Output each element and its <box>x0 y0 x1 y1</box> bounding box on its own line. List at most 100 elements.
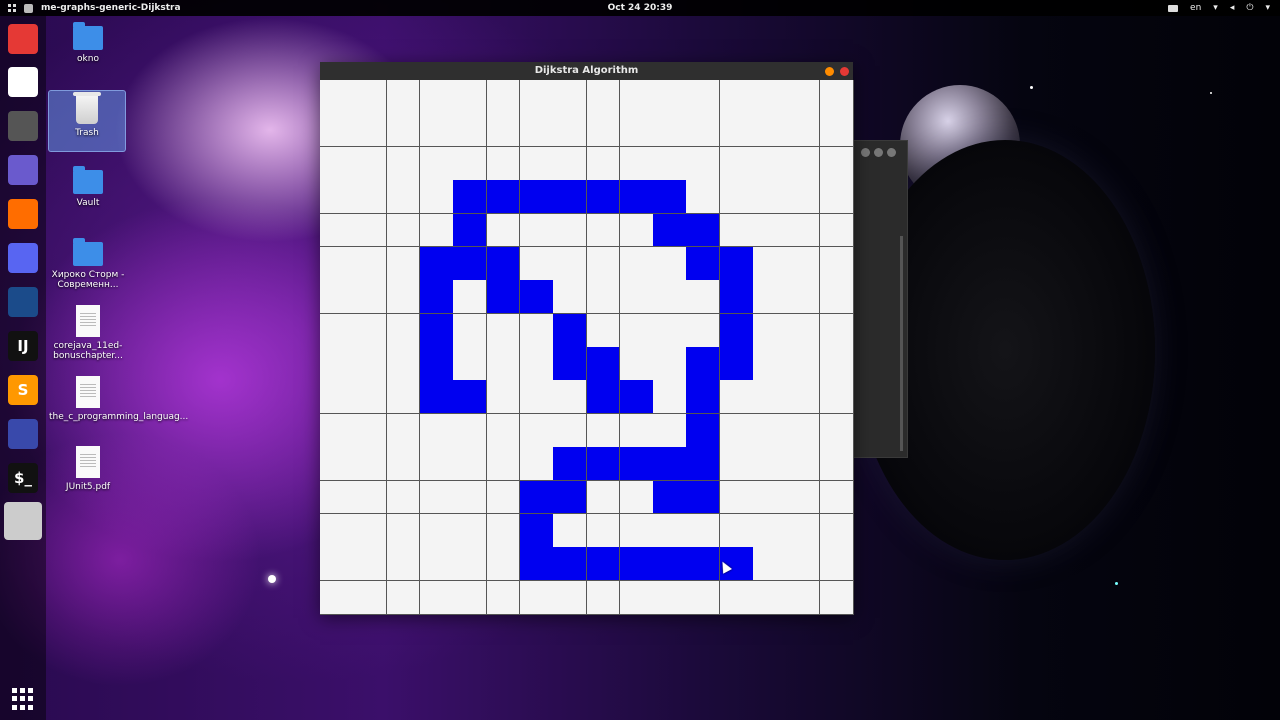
grid-cell[interactable] <box>453 146 488 181</box>
grid-cell[interactable] <box>619 480 654 515</box>
grid-cell[interactable] <box>786 246 821 281</box>
grid-cell-path[interactable] <box>653 447 687 481</box>
grid-cell[interactable] <box>753 213 787 248</box>
grid-cell[interactable] <box>586 480 621 515</box>
grid-cell[interactable] <box>353 580 388 615</box>
desktop-icon-okno[interactable]: okno <box>49 22 127 64</box>
grid-cell[interactable] <box>586 246 621 281</box>
grid-cell[interactable] <box>519 447 554 481</box>
grid-cell[interactable] <box>686 180 721 214</box>
grid-cell[interactable] <box>586 113 621 148</box>
grid-cell[interactable] <box>386 480 421 515</box>
grid-cell[interactable] <box>719 513 754 548</box>
grid-cell[interactable] <box>386 246 421 281</box>
steam-icon[interactable] <box>8 287 38 317</box>
grid-cell[interactable] <box>819 146 854 181</box>
grid-cell[interactable] <box>419 80 454 114</box>
grid-cell[interactable] <box>786 313 821 348</box>
grid-cell[interactable] <box>719 447 754 481</box>
grid-cell[interactable] <box>386 513 421 548</box>
text-editor-icon[interactable] <box>8 24 38 54</box>
grid-cell[interactable] <box>453 413 488 448</box>
settings-icon[interactable] <box>8 111 38 141</box>
grid-cell[interactable] <box>453 313 488 348</box>
grid-cell[interactable] <box>819 213 854 248</box>
close-button[interactable] <box>840 67 849 76</box>
grid-cell[interactable] <box>386 180 421 214</box>
grid-cell[interactable] <box>819 380 854 415</box>
grid-cell[interactable] <box>753 246 787 281</box>
grid-cell[interactable] <box>653 513 687 548</box>
grid-cell[interactable] <box>819 280 854 315</box>
grid-cell[interactable] <box>386 447 421 481</box>
grid-cell-path[interactable] <box>653 213 687 248</box>
grid-cell[interactable] <box>586 213 621 248</box>
grid-cell[interactable] <box>519 347 554 381</box>
grid-cell[interactable] <box>320 580 354 615</box>
grid-cell[interactable] <box>753 413 787 448</box>
dijkstra-window[interactable]: Dijkstra Algorithm <box>320 62 854 615</box>
grid-cell-path[interactable] <box>419 246 454 281</box>
grid-cell[interactable] <box>619 347 654 381</box>
grid-cell[interactable] <box>320 113 354 148</box>
grid-cell[interactable] <box>386 213 421 248</box>
grid-cell[interactable] <box>519 413 554 448</box>
grid-cell[interactable] <box>486 547 521 582</box>
grid-cell[interactable] <box>486 380 521 415</box>
grid-cell[interactable] <box>353 313 388 348</box>
grid-cell[interactable] <box>553 280 587 315</box>
grid-cell[interactable] <box>819 347 854 381</box>
grid-cell[interactable] <box>753 180 787 214</box>
minimize-button[interactable] <box>825 67 834 76</box>
grid-cell-path[interactable] <box>686 447 721 481</box>
grid-cell[interactable] <box>553 80 587 114</box>
grid-cell-path[interactable] <box>453 180 488 214</box>
grid-cell[interactable] <box>519 113 554 148</box>
grid-cell[interactable] <box>486 146 521 181</box>
grid-cell[interactable] <box>753 480 787 515</box>
grid-cell[interactable] <box>353 180 388 214</box>
grid-cell-path[interactable] <box>519 180 554 214</box>
grid-cell[interactable] <box>619 313 654 348</box>
grid-cell-path[interactable] <box>419 380 454 415</box>
grid-cell[interactable] <box>519 246 554 281</box>
grid-cell-path[interactable] <box>453 380 488 415</box>
grid-cell-path[interactable] <box>686 480 721 515</box>
grid-cell[interactable] <box>586 146 621 181</box>
grid-cell-path[interactable] <box>519 480 554 515</box>
grid-cell[interactable] <box>519 80 554 114</box>
grid-cell[interactable] <box>819 580 854 615</box>
grid-cell[interactable] <box>819 447 854 481</box>
grid-cell[interactable] <box>519 213 554 248</box>
wifi-icon[interactable]: ▾ <box>1213 0 1218 16</box>
grid-cell[interactable] <box>653 347 687 381</box>
grid-cell[interactable] <box>686 280 721 315</box>
grid-cell[interactable] <box>786 347 821 381</box>
desktop-icon-folder[interactable]: Хироко Сторм - Современн... <box>49 238 127 290</box>
grid-cell[interactable] <box>619 213 654 248</box>
grid-cell-path[interactable] <box>553 480 587 515</box>
grid-cell[interactable] <box>653 113 687 148</box>
scrollbar[interactable] <box>900 236 903 451</box>
grid-cell-path[interactable] <box>686 413 721 448</box>
grid-cell[interactable] <box>753 146 787 181</box>
desktop-icon-corejava[interactable]: corejava_11ed-bonuschapter... <box>49 305 127 361</box>
grid-cell[interactable] <box>719 380 754 415</box>
camera-icon[interactable] <box>1168 4 1179 12</box>
grid-cell-path[interactable] <box>553 347 587 381</box>
grid-cell-path[interactable] <box>586 547 621 582</box>
grid-cell[interactable] <box>320 146 354 181</box>
grid-cell[interactable] <box>786 146 821 181</box>
desktop-icon-trash[interactable]: Trash <box>48 90 126 152</box>
grid-cell[interactable] <box>486 580 521 615</box>
grid-cell[interactable] <box>586 413 621 448</box>
grid-cell-path[interactable] <box>586 347 621 381</box>
desktop-icon-c-programming[interactable]: the_c_programming_languag... <box>49 376 188 422</box>
grid-cell[interactable] <box>553 146 587 181</box>
grid-cell[interactable] <box>419 547 454 582</box>
grid-cell[interactable] <box>786 380 821 415</box>
grid-cell[interactable] <box>753 580 787 615</box>
grid-cell[interactable] <box>486 480 521 515</box>
grid-cell-path[interactable] <box>719 280 754 315</box>
grid-cell[interactable] <box>453 580 488 615</box>
